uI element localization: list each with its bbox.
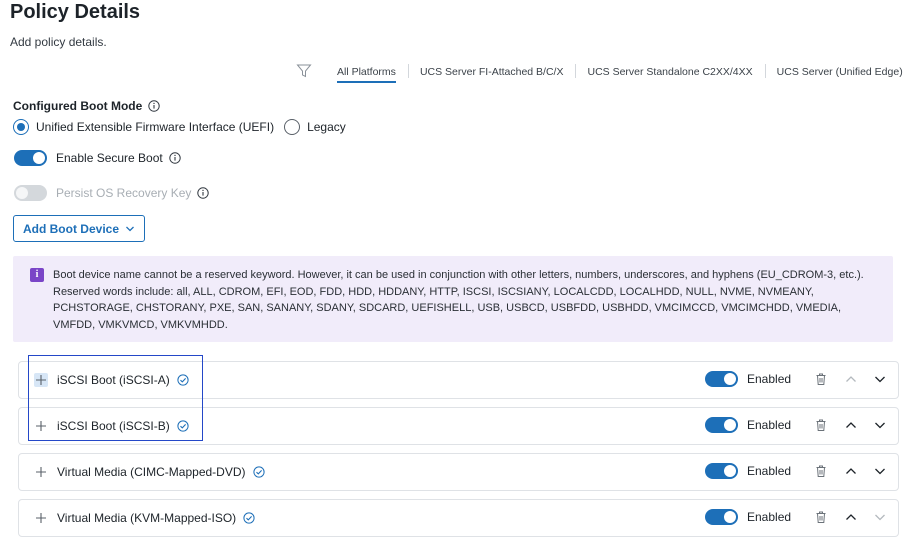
boot-device-label: Virtual Media (CIMC-Mapped-DVD) [57, 465, 246, 479]
boot-mode-radio-group: Unified Extensible Firmware Interface (U… [13, 119, 354, 135]
trash-icon[interactable] [814, 372, 828, 386]
chevron-up-icon[interactable] [844, 510, 858, 524]
chevron-down-icon [126, 226, 134, 231]
enabled-label: Enabled [747, 464, 792, 478]
page-title: Policy Details [10, 1, 141, 23]
chevron-down-icon[interactable] [873, 464, 887, 478]
tab-ucs-standalone[interactable]: UCS Server Standalone C2XX/4XX [575, 63, 764, 85]
annotation-highlight-box [28, 355, 203, 441]
secure-boot-row: Enable Secure Boot [14, 150, 181, 166]
platform-tabs: All Platforms UCS Server FI-Attached B/C… [325, 63, 908, 85]
trash-icon[interactable] [814, 510, 828, 524]
trash-icon[interactable] [814, 464, 828, 478]
boot-mode-label: Configured Boot Mode [13, 99, 143, 113]
info-icon[interactable] [148, 100, 161, 112]
chevron-up-icon[interactable] [844, 418, 858, 432]
trash-icon[interactable] [814, 418, 828, 432]
boot-device-enabled-toggle[interactable] [705, 509, 738, 525]
boot-device-label: Virtual Media (KVM-Mapped-ISO) [57, 511, 237, 525]
secure-boot-toggle[interactable] [14, 150, 47, 166]
add-boot-device-button[interactable]: Add Boot Device [13, 215, 145, 242]
boot-device-row[interactable]: Virtual Media (KVM-Mapped-ISO) Enabled [18, 499, 899, 537]
boot-device-enabled-toggle[interactable] [705, 417, 738, 433]
info-icon[interactable] [169, 152, 181, 164]
filter-icon[interactable] [296, 63, 312, 79]
uefi-radio-label[interactable]: Unified Extensible Firmware Interface (U… [36, 120, 274, 134]
reserved-keywords-notice: i Boot device name cannot be a reserved … [13, 256, 893, 342]
boot-device-enabled-toggle[interactable] [705, 463, 738, 479]
secure-boot-label: Enable Secure Boot [56, 151, 163, 165]
check-circle-icon [252, 466, 265, 478]
page-subtitle: Add policy details. [10, 35, 107, 49]
legacy-radio[interactable] [284, 119, 301, 135]
notice-text: Boot device name cannot be a reserved ke… [53, 269, 864, 331]
tab-all-platforms[interactable]: All Platforms [325, 63, 408, 85]
info-badge-icon: i [30, 268, 44, 282]
plus-icon[interactable] [34, 511, 48, 525]
enabled-label: Enabled [747, 372, 792, 386]
info-icon[interactable] [197, 187, 210, 199]
boot-mode-section: Configured Boot Mode [13, 99, 161, 113]
persist-key-label: Persist OS Recovery Key [56, 186, 192, 200]
enabled-label: Enabled [747, 510, 792, 524]
chevron-up-icon[interactable] [844, 464, 858, 478]
legacy-radio-label[interactable]: Legacy [307, 120, 346, 134]
boot-device-enabled-toggle[interactable] [705, 371, 738, 387]
chevron-down-icon[interactable] [873, 372, 887, 386]
chevron-down-icon [875, 514, 885, 521]
check-circle-icon [243, 512, 255, 524]
persist-key-row: Persist OS Recovery Key [14, 185, 210, 201]
persist-key-toggle [14, 185, 47, 201]
add-boot-device-label: Add Boot Device [22, 221, 119, 236]
uefi-radio[interactable] [13, 119, 29, 135]
boot-device-row[interactable]: Virtual Media (CIMC-Mapped-DVD) Enabled [18, 453, 899, 491]
enabled-label: Enabled [747, 418, 792, 432]
tab-ucs-unified-edge[interactable]: UCS Server (Unified Edge) [764, 63, 908, 85]
chevron-down-icon[interactable] [873, 418, 887, 432]
chevron-up-icon [846, 376, 856, 382]
plus-icon[interactable] [34, 465, 48, 479]
tab-ucs-fi-attached[interactable]: UCS Server FI-Attached B/C/X [407, 63, 576, 85]
